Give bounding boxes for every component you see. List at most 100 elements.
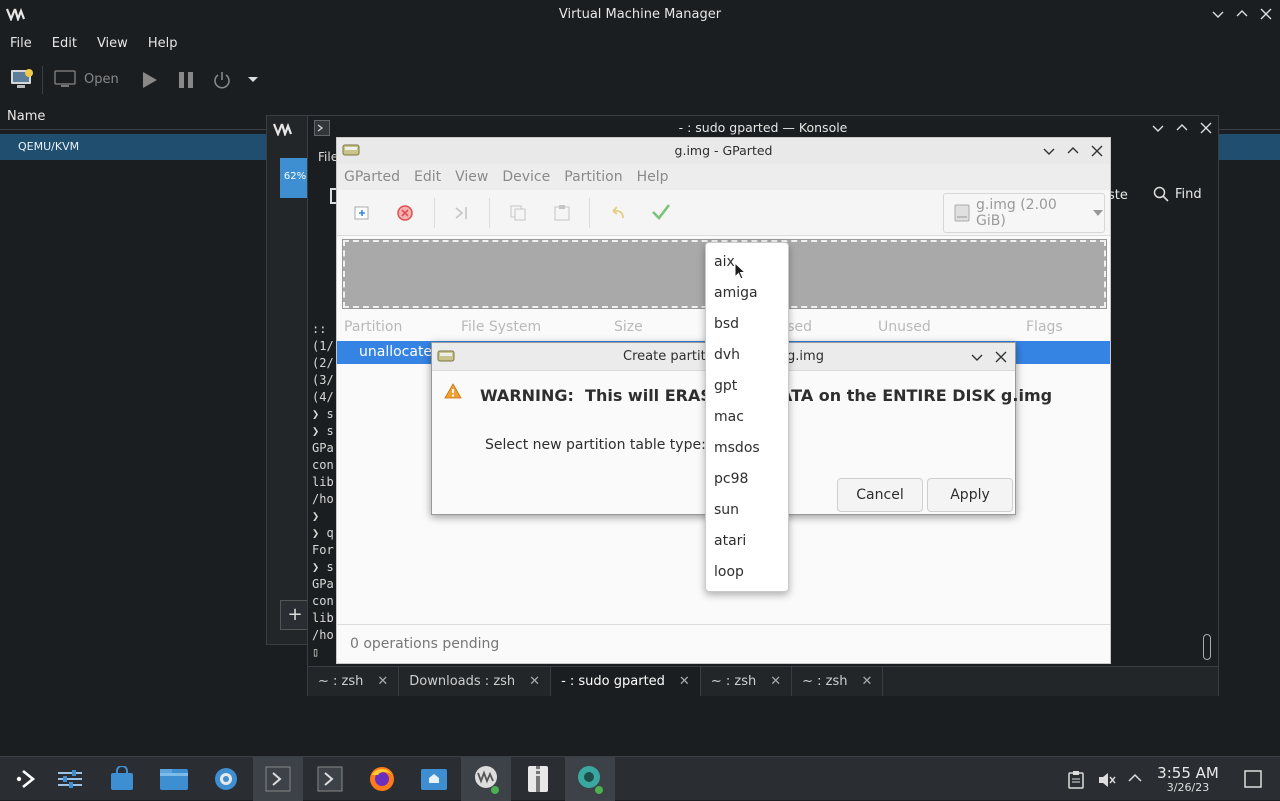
konsole-tab[interactable]: Downloads : zsh ✕ [399, 667, 552, 696]
tab-close-icon[interactable]: ✕ [529, 674, 540, 689]
status-bar: 0 operations pending [337, 624, 1110, 663]
dropdown-option-pc98[interactable]: pc98 [714, 471, 748, 487]
dropdown-option-sun[interactable]: sun [714, 502, 739, 518]
find-label: Find [1175, 186, 1202, 202]
new-partition-icon[interactable] [353, 204, 371, 222]
konsole-task-icon-2[interactable] [305, 757, 355, 801]
maximize-button[interactable] [1065, 143, 1081, 159]
menu-view[interactable]: View [448, 164, 495, 190]
clipboard-icon[interactable] [1068, 771, 1084, 789]
open-button[interactable]: Open [54, 70, 119, 88]
application-launcher-icon[interactable] [0, 757, 50, 801]
konsole-task-icon[interactable] [253, 757, 303, 801]
dropdown-option-msdos[interactable]: msdos [714, 440, 760, 456]
tab-label: - : sudo gparted [561, 674, 665, 689]
resize-move-icon[interactable] [453, 204, 471, 222]
column-partition[interactable]: Partition [344, 314, 402, 340]
konsole-tab[interactable]: ~ : zsh ✕ [792, 667, 884, 696]
close-button[interactable] [993, 349, 1009, 365]
menu-view[interactable]: View [87, 30, 138, 58]
minimize-button[interactable] [1210, 6, 1226, 22]
cancel-button[interactable]: Cancel [837, 478, 923, 512]
tab-label: ~ : zsh [710, 674, 757, 689]
konsole-tab[interactable]: ~ : zsh ✕ [701, 667, 793, 696]
gparted-icon [437, 349, 455, 363]
close-button[interactable] [1089, 143, 1105, 159]
tab-close-icon[interactable]: ✕ [377, 674, 388, 689]
archive-icon[interactable] [513, 757, 563, 801]
dropdown-option-dvh[interactable]: dvh [714, 347, 740, 363]
device-selector[interactable]: g.img (2.00 GiB) [943, 193, 1105, 233]
menu-gparted[interactable]: GParted [337, 164, 407, 190]
gparted-task-icon[interactable] [565, 757, 615, 801]
home-folder-icon[interactable] [409, 757, 459, 801]
column-size[interactable]: Size [614, 314, 643, 340]
window-title: g.img - GParted [337, 138, 1110, 164]
column-file-system[interactable]: File System [461, 314, 541, 340]
scrollbar-handle[interactable] [1203, 634, 1211, 660]
konsole-icon [314, 120, 330, 136]
window-title: Virtual Machine Manager [558, 7, 722, 22]
new-vm-icon[interactable] [10, 68, 34, 90]
settings-sliders-icon[interactable] [45, 757, 95, 801]
pause-icon[interactable] [177, 71, 195, 89]
undo-icon[interactable] [609, 204, 627, 222]
maximize-button[interactable] [1234, 6, 1250, 22]
minimize-button[interactable] [969, 349, 985, 365]
maximize-button[interactable] [1174, 120, 1190, 136]
menu-help[interactable]: Help [138, 30, 188, 58]
konsole-tab[interactable]: ~ : zsh ✕ [308, 667, 400, 696]
menu-partition[interactable]: Partition [557, 164, 629, 190]
konsole-tab[interactable]: - : sudo gparted ✕ [551, 667, 701, 696]
dropdown-option-mac[interactable]: mac [714, 409, 744, 425]
copy-icon[interactable] [509, 204, 527, 222]
warning-icon [444, 383, 462, 399]
apply-button[interactable]: Apply [927, 478, 1013, 512]
show-desktop-icon[interactable] [1244, 770, 1262, 788]
delete-partition-icon[interactable] [396, 204, 414, 222]
virt-manager-logo-icon [6, 7, 26, 21]
menu-edit[interactable]: Edit [42, 30, 87, 58]
minimize-button[interactable] [1041, 143, 1057, 159]
clock-date: 3/26/23 [1166, 781, 1210, 794]
dropdown-option-gpt[interactable]: gpt [714, 378, 737, 394]
clock[interactable]: 3:55 AM 3/26/23 [1152, 765, 1224, 794]
dropdown-option-bsd[interactable]: bsd [714, 316, 739, 332]
play-icon[interactable] [141, 71, 159, 89]
toolbar-separator [42, 66, 43, 94]
menu-edit[interactable]: Edit [407, 164, 448, 190]
find-button[interactable]: Find [1153, 186, 1202, 202]
add-button[interactable]: + [280, 600, 310, 630]
power-icon[interactable] [212, 70, 232, 90]
dropdown-option-loop[interactable]: loop [714, 564, 744, 580]
column-unused[interactable]: Unused [878, 314, 931, 340]
apply-check-icon[interactable] [651, 202, 671, 222]
column-flags[interactable]: Flags [1026, 314, 1063, 340]
dropdown-option-amiga[interactable]: amiga [714, 285, 758, 301]
menu-device[interactable]: Device [495, 164, 557, 190]
paste-icon[interactable] [553, 204, 571, 222]
virt-manager-task-icon[interactable] [461, 757, 511, 801]
volume-muted-icon[interactable] [1098, 771, 1116, 789]
minimize-button[interactable] [1150, 120, 1166, 136]
menu-help[interactable]: Help [630, 164, 676, 190]
menu-file[interactable]: File [0, 30, 42, 58]
chevron-up-icon[interactable] [1128, 773, 1142, 783]
close-button[interactable] [1258, 6, 1274, 22]
chevron-down-icon[interactable] [247, 76, 259, 84]
tab-close-icon[interactable]: ✕ [861, 674, 872, 689]
dropdown-option-aix[interactable]: aix [714, 254, 735, 270]
dropdown-option-atari[interactable]: atari [714, 533, 746, 549]
close-button[interactable] [1198, 120, 1214, 136]
device-label: g.img (2.00 GiB) [976, 197, 1057, 229]
disk-icon [954, 204, 970, 222]
system-settings-icon[interactable] [201, 757, 251, 801]
firefox-icon[interactable] [357, 757, 407, 801]
monitor-icon [54, 70, 76, 88]
menu-bar: File Edit View Help [0, 30, 187, 58]
toolbar: Open [0, 60, 1280, 100]
tab-close-icon[interactable]: ✕ [679, 674, 690, 689]
discover-store-icon[interactable] [97, 757, 147, 801]
tab-close-icon[interactable]: ✕ [770, 674, 781, 689]
file-manager-icon[interactable] [149, 757, 199, 801]
